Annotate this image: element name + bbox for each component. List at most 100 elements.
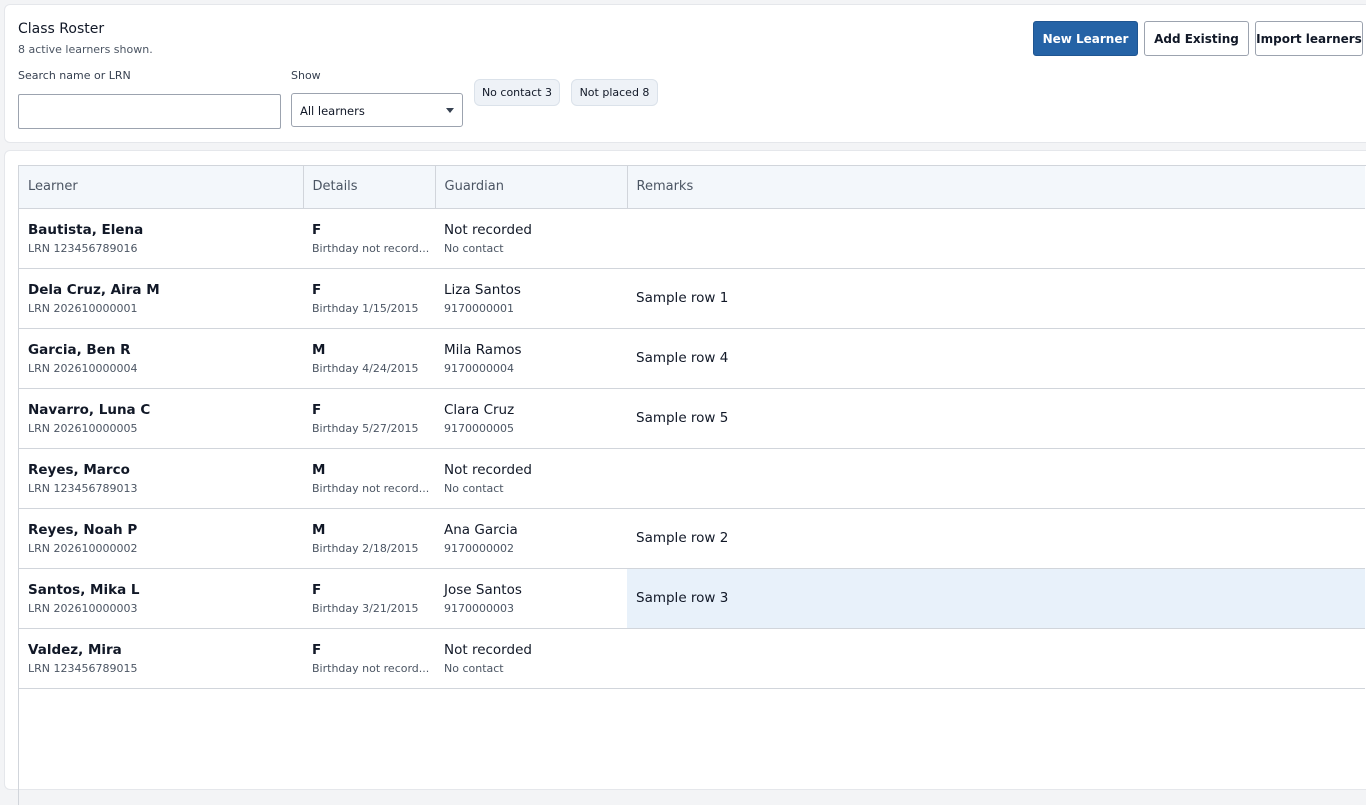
- remarks-text: Sample row 2: [636, 530, 729, 546]
- table-row[interactable]: Garcia, Ben R LRN 202610000004 M Birthday …: [19, 328, 1365, 389]
- add-existing-button[interactable]: Add Existing: [1144, 21, 1249, 56]
- page-subtitle: 8 active learners shown.: [18, 43, 153, 56]
- guardian-cell[interactable]: Ana Garcia 9170000002: [435, 508, 627, 569]
- search-label: Search name or LRN: [18, 69, 131, 82]
- guardian-cell[interactable]: Not recorded No contact: [435, 628, 627, 689]
- guardian-name: Ana Garcia: [444, 522, 518, 538]
- column-header-remarks[interactable]: Remarks: [627, 166, 1365, 209]
- learner-lrn: LRN 202610000005: [28, 422, 138, 435]
- details-cell[interactable]: M Birthday 2/18/2015: [303, 508, 435, 569]
- learner-birthday: Birthday 4/24/2015: [312, 362, 419, 375]
- guardian-contact: 9170000004: [444, 362, 514, 375]
- learner-birthday: Birthday not record...: [312, 242, 430, 255]
- learner-name: Dela Cruz, Aira M: [28, 282, 160, 298]
- remarks-cell-selected[interactable]: Sample row 3: [627, 568, 1365, 629]
- column-header-details[interactable]: Details: [303, 166, 436, 209]
- learner-cell[interactable]: Reyes, Noah P LRN 202610000002: [19, 508, 303, 569]
- remarks-cell[interactable]: Sample row 1: [627, 268, 1365, 329]
- details-cell[interactable]: F Birthday not record...: [303, 208, 435, 269]
- table-row[interactable]: Reyes, Noah P LRN 202610000002 M Birthday …: [19, 508, 1365, 569]
- guardian-contact: No contact: [444, 482, 504, 495]
- new-learner-button[interactable]: New Learner: [1033, 21, 1138, 56]
- learner-sex: F: [312, 222, 322, 238]
- guardian-cell[interactable]: Mila Ramos 9170000004: [435, 328, 627, 389]
- learner-lrn: LRN 123456789013: [28, 482, 138, 495]
- details-cell[interactable]: F Birthday not record...: [303, 628, 435, 689]
- table-row[interactable]: Santos, Mika L LRN 202610000003 F Birthday…: [19, 568, 1365, 629]
- guardian-contact: 9170000005: [444, 422, 514, 435]
- learner-name: Bautista, Elena: [28, 222, 144, 238]
- chip-no-contact[interactable]: No contact 3: [474, 79, 560, 106]
- guardian-contact: 9170000001: [444, 302, 514, 315]
- details-cell[interactable]: F Birthday 1/15/2015: [303, 268, 435, 329]
- learner-cell[interactable]: Dela Cruz, Aira M LRN 202610000001: [19, 268, 303, 329]
- guardian-cell[interactable]: Not recorded No contact: [435, 448, 627, 509]
- column-header-learner[interactable]: Learner: [19, 166, 304, 209]
- guardian-name: Liza Santos: [444, 282, 521, 298]
- guardian-cell[interactable]: Not recorded No contact: [435, 208, 627, 269]
- remarks-cell[interactable]: [627, 628, 1365, 689]
- remarks-text: Sample row 5: [636, 410, 729, 426]
- remarks-text: Sample row 4: [636, 350, 729, 366]
- guardian-cell[interactable]: Clara Cruz 9170000005: [435, 388, 627, 449]
- table-header-row: Learner Details Guardian Remarks: [19, 166, 1365, 209]
- learner-sex: F: [312, 282, 322, 298]
- remarks-cell[interactable]: Sample row 2: [627, 508, 1365, 569]
- learner-cell[interactable]: Reyes, Marco LRN 123456789013: [19, 448, 303, 509]
- learner-sex: M: [312, 522, 326, 538]
- guardian-contact: 9170000003: [444, 602, 514, 615]
- remarks-cell[interactable]: [627, 208, 1365, 269]
- import-learners-button[interactable]: Import learners: [1255, 21, 1363, 56]
- learner-birthday: Birthday 5/27/2015: [312, 422, 419, 435]
- learner-lrn: LRN 123456789015: [28, 662, 138, 675]
- table-row[interactable]: Bautista, Elena LRN 123456789016 F Birthda…: [19, 208, 1365, 269]
- table-row[interactable]: Navarro, Luna C LRN 202610000005 F Birthda…: [19, 388, 1365, 449]
- learner-lrn: LRN 202610000002: [28, 542, 138, 555]
- learner-lrn: LRN 202610000004: [28, 362, 138, 375]
- guardian-name: Not recorded: [444, 222, 532, 238]
- learner-sex: M: [312, 462, 326, 478]
- guardian-name: Not recorded: [444, 642, 532, 658]
- details-cell[interactable]: M Birthday not record...: [303, 448, 435, 509]
- learner-sex: M: [312, 342, 326, 358]
- guardian-contact: 9170000002: [444, 542, 514, 555]
- table-row[interactable]: Valdez, Mira LRN 123456789015 F Birthday n…: [19, 628, 1365, 689]
- remarks-cell[interactable]: Sample row 5: [627, 388, 1365, 449]
- learner-name: Valdez, Mira: [28, 642, 122, 658]
- guardian-name: Not recorded: [444, 462, 532, 478]
- search-input[interactable]: [18, 94, 281, 129]
- chip-not-placed[interactable]: Not placed 8: [571, 79, 658, 106]
- learner-name: Garcia, Ben R: [28, 342, 131, 358]
- learner-sex: F: [312, 402, 322, 418]
- learner-cell[interactable]: Bautista, Elena LRN 123456789016: [19, 208, 303, 269]
- show-filter-select[interactable]: All learners: [291, 93, 463, 127]
- learner-name: Reyes, Noah P: [28, 522, 138, 538]
- roster-table: Learner Details Guardian Remarks Bautist…: [19, 166, 1365, 689]
- learner-cell[interactable]: Santos, Mika L LRN 202610000003: [19, 568, 303, 629]
- learner-birthday: Birthday not record...: [312, 662, 430, 675]
- remarks-text: Sample row 1: [636, 290, 729, 306]
- details-cell[interactable]: F Birthday 3/21/2015: [303, 568, 435, 629]
- learner-lrn: LRN 123456789016: [28, 242, 138, 255]
- guardian-cell[interactable]: Liza Santos 9170000001: [435, 268, 627, 329]
- table-row[interactable]: Reyes, Marco LRN 123456789013 M Birthday n…: [19, 448, 1365, 509]
- remarks-cell[interactable]: [627, 448, 1365, 509]
- guardian-contact: No contact: [444, 242, 504, 255]
- learner-sex: F: [312, 582, 322, 598]
- chevron-down-icon: [446, 108, 454, 113]
- remarks-cell[interactable]: Sample row 4: [627, 328, 1365, 389]
- roster-header-panel: Class Roster 8 active learners shown. Se…: [4, 4, 1366, 143]
- guardian-name: Mila Ramos: [444, 342, 522, 358]
- details-cell[interactable]: M Birthday 4/24/2015: [303, 328, 435, 389]
- column-header-guardian[interactable]: Guardian: [435, 166, 628, 209]
- learner-cell[interactable]: Garcia, Ben R LRN 202610000004: [19, 328, 303, 389]
- guardian-name: Clara Cruz: [444, 402, 515, 418]
- guardian-cell[interactable]: Jose Santos 9170000003: [435, 568, 627, 629]
- learner-birthday: Birthday not record...: [312, 482, 430, 495]
- learner-cell[interactable]: Navarro, Luna C LRN 202610000005: [19, 388, 303, 449]
- details-cell[interactable]: F Birthday 5/27/2015: [303, 388, 435, 449]
- learner-name: Reyes, Marco: [28, 462, 130, 478]
- table-row[interactable]: Dela Cruz, Aira M LRN 202610000001 F Birth…: [19, 268, 1365, 329]
- learner-lrn: LRN 202610000003: [28, 602, 138, 615]
- learner-cell[interactable]: Valdez, Mira LRN 123456789015: [19, 628, 303, 689]
